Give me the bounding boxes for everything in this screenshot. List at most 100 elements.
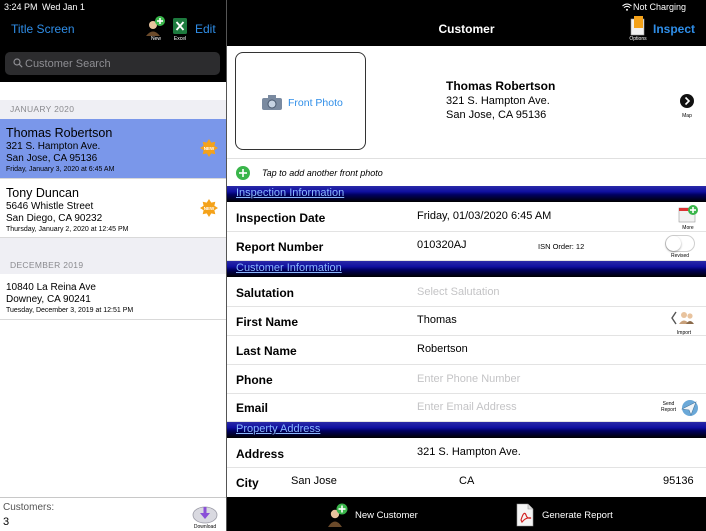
section-title-customer[interactable]: Customer Information <box>236 262 342 274</box>
camera-icon <box>262 95 282 110</box>
revised-caption: Revised <box>670 253 690 259</box>
city-label: City <box>236 476 259 490</box>
map-button[interactable]: Map <box>679 94 695 119</box>
wifi-icon <box>622 3 632 11</box>
more-caption: More <box>682 225 694 231</box>
list-item-address-line1: 5646 Whistle Street <box>6 201 94 212</box>
status-time: 3:24 PM <box>4 2 38 12</box>
send-report-caption-2: Report <box>661 407 677 413</box>
list-item-date: Thursday, January 2, 2020 at 12:45 PM <box>6 226 129 233</box>
inspect-button[interactable]: Inspect <box>653 22 695 36</box>
new-customer-nav-button[interactable]: New <box>144 16 168 42</box>
new-customer-button[interactable]: New Customer <box>327 503 418 527</box>
address-input[interactable]: 321 S. Hampton Ave. <box>417 446 521 458</box>
bottom-toolbar: New Customer Generate Report <box>227 497 706 531</box>
inspection-date-value[interactable]: Friday, 01/03/2020 6:45 AM <box>417 210 551 222</box>
first-name-input[interactable]: Thomas <box>417 314 457 326</box>
customer-list-item[interactable]: Thomas Robertson 321 S. Hampton Ave. San… <box>0 119 226 179</box>
email-row[interactable]: Email Enter Email Address Send Report <box>227 394 706 422</box>
address-row[interactable]: Address 321 S. Hampton Ave. <box>227 438 706 468</box>
front-photo-box[interactable]: Front Photo <box>235 52 366 150</box>
send-report-caption: Send Report <box>661 401 676 413</box>
options-button[interactable]: Options <box>626 16 650 42</box>
customer-detail-pane: Not Charging Customer Options Inspect Fr… <box>227 0 706 531</box>
list-item-address-line1: 321 S. Hampton Ave. <box>6 141 101 152</box>
chevron-right-circle-icon <box>680 94 694 108</box>
customer-list-item[interactable]: 10840 La Reina Ave Downey, CA 90241 Tues… <box>0 274 226 320</box>
state-input[interactable]: CA <box>459 475 474 487</box>
list-item-name: Tony Duncan <box>6 186 79 200</box>
customer-search-box <box>5 52 220 75</box>
section-band-inspection: Inspection Information <box>227 186 706 202</box>
phone-input[interactable]: Enter Phone Number <box>417 373 520 385</box>
map-caption: Map <box>682 113 692 119</box>
list-item-date: Friday, January 3, 2020 at 6:45 AM <box>6 166 115 173</box>
new-badge-text: NEW <box>204 146 215 151</box>
revised-toggle[interactable] <box>665 235 695 252</box>
section-band-customer: Customer Information <box>227 261 706 277</box>
toggle-knob <box>666 236 681 251</box>
list-item-address-line2: Downey, CA 90241 <box>6 294 91 305</box>
address-label: Address <box>236 447 285 461</box>
add-front-photo-text: Tap to add another front photo <box>262 168 383 178</box>
left-nav-bar: 3:24 PM Wed Jan 1 Title Screen New Excel… <box>0 0 226 82</box>
section-header-december-2019: DECEMBER 2019 <box>0 238 226 274</box>
calendar-add-icon <box>678 205 698 223</box>
add-front-photo-row[interactable]: Tap to add another front photo <box>227 158 706 186</box>
add-circle-icon <box>236 166 250 180</box>
salutation-row[interactable]: Salutation Select Salutation <box>227 277 706 307</box>
list-item-date: Tuesday, December 3, 2019 at 12:51 PM <box>6 307 134 314</box>
report-number-row[interactable]: Report Number 010320AJ ISN Order: 12 Rev… <box>227 232 706 261</box>
status-date: Wed Jan 1 <box>42 2 85 12</box>
more-button[interactable]: More <box>675 204 701 231</box>
section-header-january-2020: JANUARY 2020 <box>0 100 226 119</box>
excel-export-button[interactable]: Excel <box>171 16 189 42</box>
customer-search-input[interactable] <box>25 52 215 75</box>
send-report-icon <box>681 400 698 416</box>
phone-row[interactable]: Phone Enter Phone Number <box>227 365 706 394</box>
customer-list-item[interactable]: Tony Duncan 5646 Whistle Street San Dieg… <box>0 179 226 238</box>
first-name-row[interactable]: First Name Thomas Import <box>227 307 706 336</box>
section-band-property: Property Address <box>227 422 706 438</box>
section-header-december-2019-text: DECEMBER 2019 <box>10 260 84 270</box>
list-item-address-line1: 10840 La Reina Ave <box>6 282 96 293</box>
download-button[interactable]: Download <box>190 504 220 530</box>
section-title-property[interactable]: Property Address <box>236 423 320 435</box>
last-name-label: Last Name <box>236 344 297 358</box>
add-person-icon <box>146 16 165 36</box>
generate-report-button[interactable]: Generate Report <box>514 503 614 527</box>
title-screen-button[interactable]: Title Screen <box>11 22 75 36</box>
last-name-input[interactable]: Robertson <box>417 343 468 355</box>
last-name-row[interactable]: Last Name Robertson <box>227 336 706 365</box>
section-title-inspection[interactable]: Inspection Information <box>236 187 344 199</box>
new-badge-icon: NEW <box>200 199 218 217</box>
add-person-icon <box>328 503 348 527</box>
customers-count-label: Customers: <box>3 502 55 513</box>
new-caption: New <box>150 36 161 42</box>
report-number-value[interactable]: 010320AJ <box>417 239 467 251</box>
customer-name: Thomas Robertson <box>446 79 556 93</box>
pdf-icon <box>516 503 534 527</box>
salutation-label: Salutation <box>236 286 295 300</box>
front-photo-label: Front Photo <box>288 97 343 109</box>
list-item-address-line2: San Diego, CA 90232 <box>6 213 103 224</box>
new-customer-label: New Customer <box>355 510 418 521</box>
edit-button[interactable]: Edit <box>195 22 216 36</box>
list-item-name: Thomas Robertson <box>6 126 113 140</box>
search-icon <box>13 58 23 68</box>
inspection-date-label: Inspection Date <box>236 211 326 225</box>
email-input[interactable]: Enter Email Address <box>417 401 517 413</box>
inspection-date-row[interactable]: Inspection Date Friday, 01/03/2020 6:45 … <box>227 202 706 232</box>
salutation-select[interactable]: Select Salutation <box>417 286 500 298</box>
city-row[interactable]: City San Jose CA 95136 <box>227 468 706 497</box>
import-contact-button[interactable]: Import <box>671 309 697 336</box>
download-icon <box>192 506 218 524</box>
customer-address-line1: 321 S. Hampton Ave. <box>446 95 550 107</box>
isn-order-text: ISN Order: 12 <box>538 242 585 251</box>
report-number-label: Report Number <box>236 240 324 254</box>
zip-input[interactable]: 95136 <box>663 475 694 487</box>
customer-address-line2: San Jose, CA 95136 <box>446 109 547 121</box>
battery-status: Not Charging <box>633 2 687 12</box>
city-input[interactable]: San Jose <box>291 475 337 487</box>
send-report-button[interactable]: Send Report <box>655 397 701 421</box>
